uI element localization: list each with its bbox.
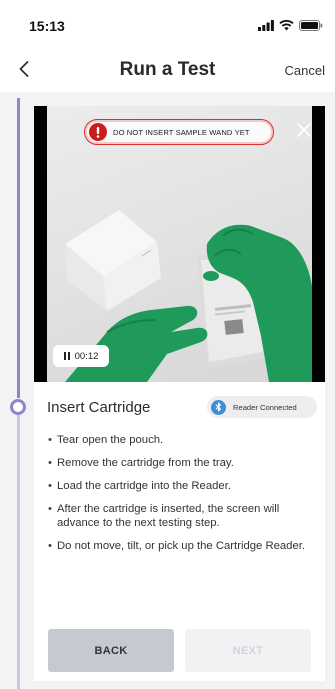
step-card: DO NOT INSERT SAMPLE WAND YET 00:12 Inse…: [34, 106, 325, 681]
step-title: Insert Cartridge: [47, 399, 151, 416]
content-area: DO NOT INSERT SAMPLE WAND YET 00:12 Inse…: [0, 92, 335, 689]
bluetooth-icon: [211, 399, 226, 415]
instruction-item: After the cartridge is inserted, the scr…: [48, 502, 320, 530]
video-frame: [47, 106, 312, 382]
video-timer-pause-button[interactable]: 00:12: [53, 345, 109, 367]
instruction-item: Remove the cartridge from the tray.: [48, 456, 320, 470]
close-icon: [297, 123, 311, 137]
reader-status-text: Reader Connected: [233, 402, 297, 412]
next-button[interactable]: NEXT: [185, 629, 311, 672]
timeline-progress-line: [17, 98, 20, 398]
cartridge-reader-box: [65, 210, 161, 311]
cellular-signal-icon: [258, 20, 274, 31]
timeline-step-node: [10, 399, 26, 415]
left-gloved-hand: [65, 305, 208, 382]
instruction-item: Do not move, tilt, or pick up the Cartri…: [48, 539, 320, 553]
status-icons: [258, 20, 323, 31]
back-button[interactable]: BACK: [48, 629, 174, 672]
instruction-list: Tear open the pouch. Remove the cartridg…: [48, 433, 320, 562]
nav-bar: Run a Test Cancel: [0, 46, 335, 92]
warning-banner: DO NOT INSERT SAMPLE WAND YET: [84, 119, 274, 145]
close-video-button[interactable]: [295, 121, 313, 139]
status-bar: 15:13: [0, 0, 335, 46]
back-chevron-button[interactable]: [12, 56, 36, 82]
instruction-item: Load the cartridge into the Reader.: [48, 479, 320, 493]
warning-text: DO NOT INSERT SAMPLE WAND YET: [113, 127, 250, 137]
instruction-item: Tear open the pouch.: [48, 433, 320, 447]
wifi-icon: [279, 20, 294, 31]
video-illustration: [65, 210, 312, 382]
reader-status-badge: Reader Connected: [207, 396, 317, 418]
video-timer-text: 00:12: [74, 350, 99, 362]
instruction-video[interactable]: DO NOT INSERT SAMPLE WAND YET 00:12: [34, 106, 325, 382]
chevron-left-icon: [19, 61, 29, 77]
cancel-button[interactable]: Cancel: [285, 63, 325, 78]
status-time: 15:13: [29, 18, 65, 34]
pause-icon: [63, 352, 70, 360]
timeline-remaining-line: [17, 410, 20, 689]
exclamation-icon: [89, 123, 107, 141]
battery-icon: [299, 20, 323, 31]
